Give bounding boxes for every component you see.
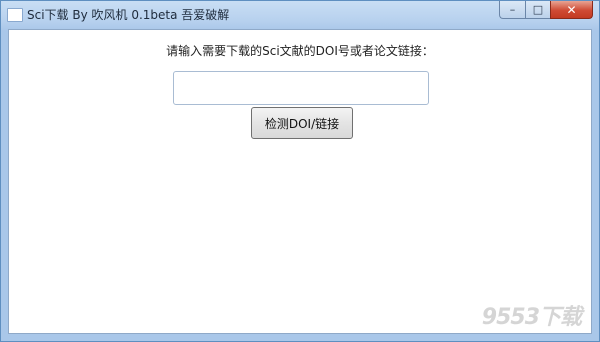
close-icon: ✕ [566,2,577,17]
doi-input[interactable] [173,71,429,105]
app-window: Sci下载 By 吹风机 0.1beta 吾爱破解 – □ ✕ 请输入需要下载的… [0,0,600,342]
maximize-button[interactable]: □ [525,1,550,19]
client-area: 请输入需要下载的Sci文献的DOI号或者论文链接： 检测DOI/链接 [8,29,592,334]
maximize-icon: □ [532,3,544,16]
title-bar[interactable]: Sci下载 By 吹风机 0.1beta 吾爱破解 – □ ✕ [1,1,599,29]
minimize-button[interactable]: – [499,1,525,19]
window-title: Sci下载 By 吹风机 0.1beta 吾爱破解 [27,8,230,22]
detect-doi-button[interactable]: 检测DOI/链接 [251,107,353,139]
site-watermark: 9553下载 [481,305,582,330]
window-controls: – □ ✕ [499,1,593,21]
doi-prompt-label: 请输入需要下载的Sci文献的DOI号或者论文链接： [166,44,434,58]
close-button[interactable]: ✕ [550,1,593,19]
minimize-icon: – [509,3,516,16]
app-icon [7,8,23,22]
